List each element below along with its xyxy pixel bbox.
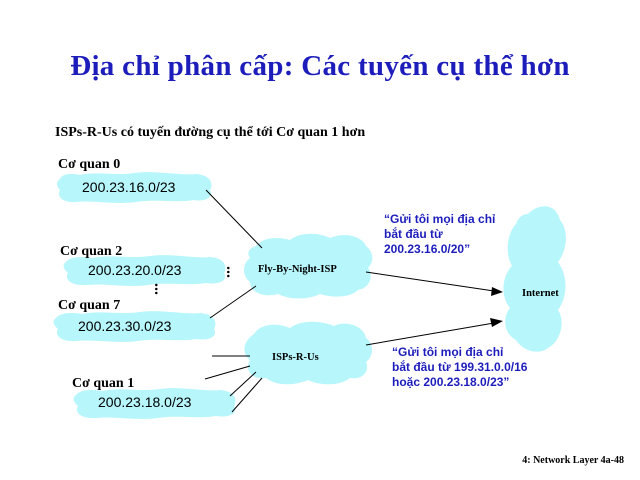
arrow-rus-internet [365,322,495,346]
rus-advertisement: “Gửi tôi mọi địa chỉ bắt đầu từ 199.31.0… [392,345,527,390]
fly-ad-line-2: bắt đầu từ [384,227,443,241]
org2-prefix: 200.23.20.0/23 [88,262,182,278]
ellipsis-dots-vertical-1: . . . [223,266,240,276]
link-rus-stub-2 [204,365,251,380]
rus-ad-line-2: bắt đầu từ 199.31.0.0/16 [392,360,528,374]
fly-ad-line-1: “Gửi tôi mọi địa chỉ [384,212,496,226]
fly-ad-line-3: 200.23.16.0/20” [384,242,471,256]
arrow-fly-internet [365,271,495,292]
org1-name: Cơ quan 1 [72,376,135,391]
fly-advertisement: “Gửi tôi mọi địa chỉ bắt đầu từ 200.23.1… [384,212,495,257]
ellipsis-dots-vertical-2: . . . [151,283,168,293]
link-org7-fly [209,285,257,319]
isps-r-us-label: ISPs-R-Us [272,352,319,363]
link-rus-stub-3 [231,377,263,413]
rus-ad-line-1: “Gửi tôi mọi địa chỉ [392,345,504,359]
arrow-rus-internet-head [490,318,503,327]
org0-name: Cơ quan 0 [58,157,121,172]
org7-name: Cơ quan 7 [58,298,121,313]
link-org1-rus [229,371,257,397]
internet-cloud [503,206,566,352]
network-diagram [53,172,566,419]
arrow-fly-internet-head [491,287,503,296]
link-org0-fly [205,189,263,249]
fly-isp-label: Fly-By-Night-ISP [258,264,337,275]
rus-ad-line-3: hoặc 200.23.18.0/23” [392,375,510,389]
internet-label: Internet [522,288,559,299]
org0-prefix: 200.23.16.0/23 [82,179,176,195]
org7-prefix: 200.23.30.0/23 [78,318,172,334]
slide-footer: 4: Network Layer 4a-48 [522,455,624,466]
org2-name: Cơ quan 2 [60,244,123,259]
org1-prefix: 200.23.18.0/23 [98,394,192,410]
